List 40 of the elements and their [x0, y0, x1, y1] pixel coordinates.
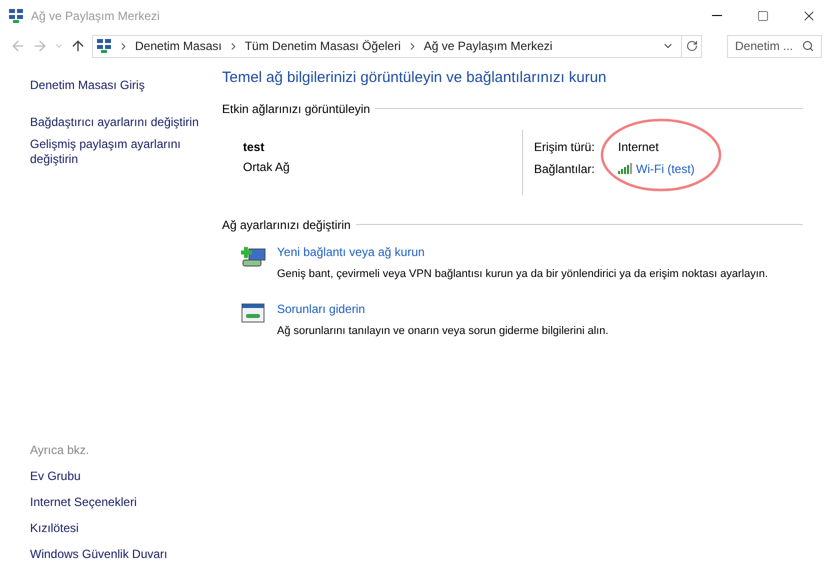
task-description: Geniş bant, çevirmeli veya VPN bağlantısı kurun ya da bir yönlendirici ya da erişim noktası ayarlayın. [277, 266, 768, 282]
sidebar-link[interactable]: Windows Güvenlik Duvarı [30, 545, 222, 563]
breadcrumb[interactable]: Ağ ve Paylaşım Merkezi [424, 37, 552, 55]
task-link[interactable]: Yeni bağlantı veya ağ kurun [277, 242, 768, 260]
network-add-icon [241, 246, 267, 270]
up-button[interactable] [70, 38, 86, 54]
breadcrumb[interactable]: Denetim Masası [135, 37, 222, 55]
section-heading: Etkin ağlarınızı görüntüleyin [222, 100, 370, 118]
task-description: Ağ sorunlarını tanılayın ve onarın veya sorun giderme bilgilerini alın. [277, 324, 608, 339]
address-bar[interactable]: Denetim Masası Tüm Denetim Masası Öğeleri Ağ ve Paylaşım Merkezi [92, 34, 702, 58]
forward-button[interactable] [32, 38, 48, 54]
maximize-icon [757, 10, 769, 22]
connections-label: Bağlantılar: [534, 160, 596, 178]
back-button[interactable] [10, 38, 26, 54]
connection-link[interactable]: Wi-Fi (test) [636, 160, 695, 178]
sidebar-link[interactable]: Ev Grubu [30, 467, 222, 485]
sidebar-link[interactable]: Bağdaştırıcı ayarlarını değiştirin [30, 115, 205, 130]
sidebar-link[interactable]: Denetim Masası Giriş [30, 76, 222, 94]
window-title: Ağ ve Paylaşım Merkezi [31, 8, 160, 24]
network-name: test [243, 138, 266, 156]
access-type-value: Internet [618, 138, 660, 156]
see-also-heading: Ayrıca bkz. [30, 442, 90, 459]
task-link[interactable]: Sorunları giderin [277, 300, 608, 318]
sidebar-link[interactable]: Gelişmiş paylaşım ayarlarını değiştirin [30, 137, 205, 167]
search-field[interactable]: Denetim ... [727, 34, 822, 58]
sidebar-link[interactable]: Internet Seçenekleri [30, 493, 222, 511]
troubleshoot-icon [241, 303, 265, 325]
wifi-signal-icon [618, 163, 633, 174]
search-input[interactable]: Denetim ... [735, 37, 797, 55]
search-icon [802, 40, 814, 52]
sidebar-link[interactable]: Kızılötesi [30, 519, 222, 537]
refresh-icon [686, 40, 698, 52]
network-icon [96, 38, 112, 54]
network-type: Ortak Ağ [243, 158, 291, 176]
section-heading: Ağ ayarlarınızı değiştirin [222, 216, 351, 234]
access-type-label: Erişim türü: [534, 138, 596, 156]
page-heading: Temel ağ bilgilerinizi görüntüleyin ve bağlantılarınızı kurun [222, 68, 608, 88]
network-icon [8, 8, 24, 24]
breadcrumb[interactable]: Tüm Denetim Masası Öğeleri [244, 37, 401, 55]
minimize-icon [712, 15, 722, 16]
